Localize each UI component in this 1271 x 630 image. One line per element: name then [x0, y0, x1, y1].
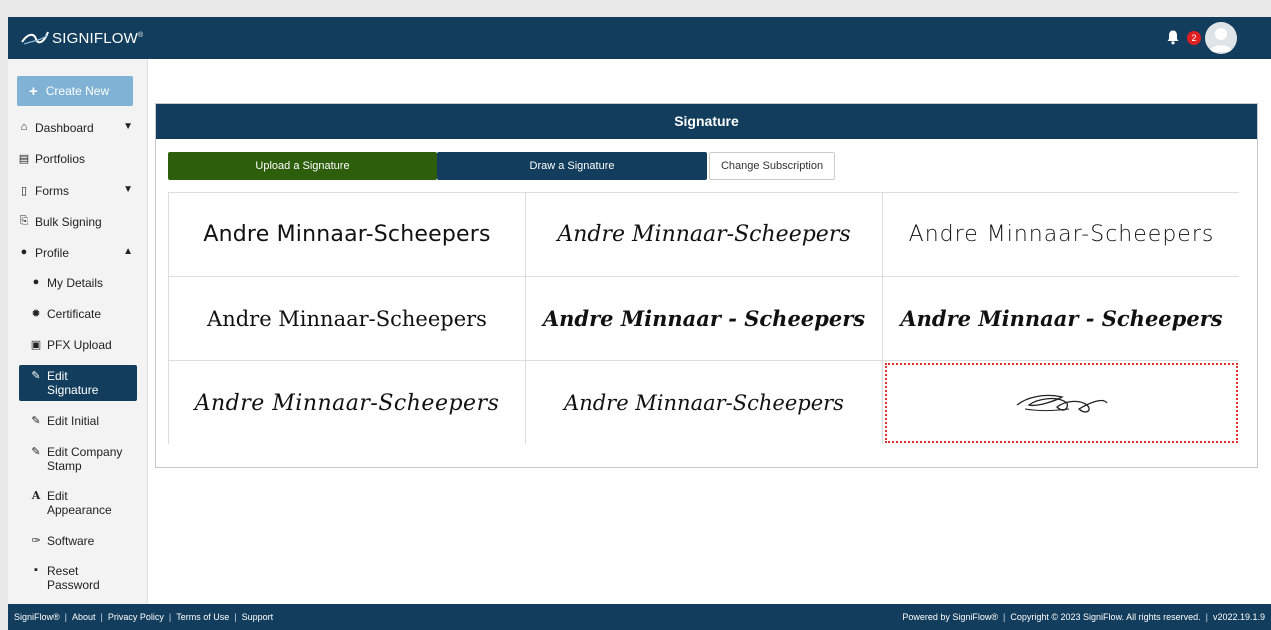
signature-option-5[interactable]: Andre Minnaar - Scheepers [526, 277, 882, 360]
sidebar-item-label: Bulk Signing [35, 215, 102, 229]
lock-icon: ▪ [34, 564, 38, 576]
chevron-up-icon: ▲ [123, 246, 133, 257]
footer-link-terms-of-use[interactable]: Terms of Use [176, 612, 229, 622]
signiflow-logo[interactable]: SIGNIFLOW® [20, 26, 143, 50]
logo-text: SIGNIFLOW® [52, 29, 144, 47]
change-subscription-button[interactable]: Change Subscription [709, 152, 835, 180]
sidebar-item-label: Certificate [47, 307, 102, 321]
create-new-label: Create New [45, 84, 110, 98]
sidebar-item-label: Edit Signature [47, 369, 99, 397]
sidebar-item-profile[interactable]: ● Profile ▲ [17, 246, 139, 260]
wrench-icon: ✑ [31, 535, 41, 547]
app-window: SIGNIFLOW® 2 + Create New ⌂ Dashboard ▼ … [8, 17, 1271, 630]
sidebar-item-label: Edit Initial [47, 414, 100, 428]
sidebar-item-software[interactable]: ✑ Software [19, 534, 137, 548]
sidebar-item-edit-initial[interactable]: ✎ Edit Initial [19, 414, 137, 428]
forms-icon: ▯ [20, 185, 28, 197]
signature-option-7[interactable]: Andre Minnaar-Scheepers [169, 361, 525, 445]
bell-icon[interactable] [1165, 29, 1181, 45]
certificate-icon: ✹ [31, 308, 41, 320]
footer-link-privacy-policy[interactable]: Privacy Policy [108, 612, 164, 622]
signature-option-8[interactable]: Andre Minnaar-Scheepers [526, 361, 882, 445]
sidebar-item-edit-appearance[interactable]: A Edit Appearance [19, 489, 137, 517]
draw-signature-button[interactable]: Draw a Signature [437, 152, 707, 180]
footer-link-support[interactable]: Support [242, 612, 274, 622]
version-text: v2022.19.1.9 [1212, 612, 1265, 622]
font-icon: A [31, 489, 41, 502]
sidebar: + Create New ⌂ Dashboard ▼ ▤ Portfolios … [8, 59, 148, 604]
signature-panel: Signature Upload a Signature Draw a Sign… [155, 103, 1258, 468]
file-icon: ▣ [30, 339, 42, 351]
sidebar-item-label: Edit Appearance [47, 489, 112, 517]
sidebar-item-label: Reset Password [47, 564, 100, 592]
signature-option-4[interactable]: Andre Minnaar-Scheepers [169, 277, 525, 360]
signature-option-2[interactable]: Andre Minnaar-Scheepers [526, 193, 882, 276]
user-avatar[interactable] [1205, 22, 1237, 54]
sidebar-item-reset-password[interactable]: ▪ Reset Password [19, 564, 137, 592]
sidebar-item-label: Profile [35, 246, 70, 260]
sidebar-item-label: Portfolios [35, 152, 86, 166]
sidebar-item-edit-signature[interactable]: ✎ Edit Signature [19, 365, 137, 401]
edit-icon: ✎ [31, 446, 41, 458]
signature-option-6[interactable]: Andre Minnaar - Scheepers [883, 277, 1240, 360]
portfolio-icon: ▤ [18, 153, 30, 165]
drawn-signature-option[interactable] [883, 361, 1240, 445]
footer-link-about[interactable]: About [72, 612, 96, 622]
sidebar-item-bulk-signing[interactable]: ⎘ Bulk Signing [17, 215, 139, 229]
footer-info: Powered by SigniFlow® | Copyright © 2023… [902, 612, 1265, 622]
edit-icon: ✎ [31, 370, 41, 382]
signature-options-grid: Andre Minnaar-Scheepers Andre Minnaar-Sc… [168, 192, 1240, 445]
home-icon: ⌂ [20, 121, 28, 133]
signature-option-3[interactable]: Andre Minnaar-Scheepers [883, 193, 1240, 276]
edit-icon: ✎ [31, 415, 41, 427]
top-bar: SIGNIFLOW® 2 [8, 17, 1271, 59]
user-icon: ● [32, 276, 40, 288]
footer-links: SigniFlow® | About | Privacy Policy | Te… [14, 612, 274, 622]
footer: SigniFlow® | About | Privacy Policy | Te… [8, 604, 1271, 630]
sidebar-item-edit-company-stamp[interactable]: ✎ Edit Company Stamp [19, 445, 137, 473]
bulk-signing-icon: ⎘ [19, 215, 29, 227]
footer-link-signiflow[interactable]: SigniFlow® [14, 612, 60, 622]
user-avatar-icon [1210, 28, 1232, 52]
powered-by-text: Powered by SigniFlow® [902, 612, 999, 622]
sidebar-item-label: Dashboard [35, 121, 94, 135]
sidebar-item-dashboard[interactable]: ⌂ Dashboard ▼ [17, 121, 139, 135]
sidebar-item-my-details[interactable]: ● My Details [19, 276, 137, 290]
create-new-button[interactable]: + Create New [17, 76, 133, 106]
notification-badge[interactable]: 2 [1187, 31, 1201, 45]
sidebar-item-label: My Details [47, 276, 104, 290]
sidebar-item-label: Forms [35, 184, 69, 198]
drawn-signature-image [1016, 394, 1108, 413]
sidebar-item-label: Software [47, 534, 95, 548]
copyright-text: Copyright © 2023 SigniFlow. All rights r… [1010, 612, 1201, 622]
panel-title: Signature [156, 104, 1257, 139]
user-icon: ● [20, 246, 28, 258]
upload-signature-button[interactable]: Upload a Signature [168, 152, 437, 180]
sidebar-item-pfx-upload[interactable]: ▣ PFX Upload [19, 338, 137, 352]
chevron-down-icon: ▼ [123, 121, 133, 132]
signature-option-1[interactable]: Andre Minnaar-Scheepers [169, 193, 525, 276]
signature-tabs: Upload a Signature Draw a Signature Chan… [168, 152, 835, 180]
sidebar-item-portfolios[interactable]: ▤ Portfolios [17, 152, 139, 166]
plus-icon: + [29, 82, 38, 100]
sidebar-item-forms[interactable]: ▯ Forms ▼ [17, 184, 139, 198]
logo-swoosh-icon [21, 31, 49, 45]
sidebar-item-label: PFX Upload [47, 338, 112, 352]
sidebar-item-certificate[interactable]: ✹ Certificate [19, 307, 137, 321]
sidebar-item-label: Edit Company Stamp [47, 445, 123, 473]
chevron-down-icon: ▼ [123, 184, 133, 195]
